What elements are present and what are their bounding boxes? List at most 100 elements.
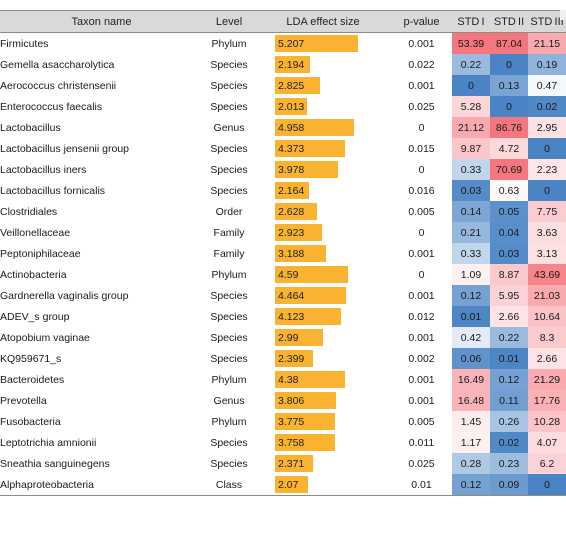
column-header-lda-effect-size[interactable]: LDA effect size (255, 10, 391, 33)
cell-taxon-name: Actinobacteria (0, 268, 67, 281)
table-row[interactable]: ADEV_s group Species 4.123 0.012 0.01 2.66 10.… (0, 306, 566, 327)
column-header-std-2[interactable]: STD II (490, 10, 528, 33)
cell-p-value: 0 (418, 226, 425, 239)
table-row[interactable]: Peptoniphilaceae Family 3.188 0.001 0.33 0.03… (0, 243, 566, 264)
lda-value-label: 4.958 (278, 121, 305, 134)
lda-value-label: 3.775 (278, 415, 305, 428)
cell-lda-effect-size: 2.164 (255, 180, 391, 201)
column-header-level[interactable]: Level (203, 10, 255, 33)
cell-std-2: 0.63 (490, 180, 528, 201)
table-body: Firmicutes Phylum 5.207 0.001 53.39 87.04 21.1… (0, 32, 566, 496)
table-row[interactable]: Actinobacteria Phylum 4.59 0 1.09 8.87 43.69 (0, 264, 566, 285)
cell-taxon-name: Prevotella (0, 394, 47, 407)
cell-std-1: 0.03 (452, 180, 490, 201)
cell-std-1: 16.48 (452, 390, 490, 411)
cell-std-3: 10.28 (528, 411, 566, 432)
cell-std-2: 5.95 (490, 285, 528, 306)
column-header-taxon-name[interactable]: Taxon name (0, 10, 203, 33)
cell-level: Phylum (211, 37, 247, 50)
lda-value-label: 5.207 (278, 37, 305, 50)
cell-taxon-name: Bacteroidetes (0, 373, 65, 386)
cell-std-1: 21.12 (452, 117, 490, 138)
lda-value-label: 2.923 (278, 226, 305, 239)
cell-taxon-name: Atopobium vaginae (0, 331, 90, 344)
cell-std-2: 0 (490, 54, 528, 75)
table-row[interactable]: Lactobacillus jensenii group Species 4.373… (0, 138, 566, 159)
cell-level: Species (210, 436, 248, 449)
table-row[interactable]: Gardnerella vaginalis group Species 4.464 0… (0, 285, 566, 306)
table-row[interactable]: Enterococcus faecalis Species 2.013 0.025 5.… (0, 96, 566, 117)
cell-std-2: 0.12 (490, 369, 528, 390)
cell-level: Family (213, 226, 245, 239)
table-row[interactable]: Firmicutes Phylum 5.207 0.001 53.39 87.04 21.1… (0, 32, 566, 55)
cell-p-value: 0.016 (408, 184, 435, 197)
cell-taxon-name: Aerococcus christensenii (0, 79, 117, 92)
lda-value-label: 3.978 (278, 163, 305, 176)
cell-p-value: 0.015 (408, 142, 435, 155)
table-row[interactable]: Fusobacteria Phylum 3.775 0.005 1.45 0.26 10.2… (0, 411, 566, 432)
cell-std-2: 0.03 (490, 243, 528, 264)
table-row[interactable]: KQ959671_s Species 2.399 0.002 0.06 0.01 2.66 (0, 348, 566, 369)
table-row[interactable]: Lactobacillus iners Species 3.978 0 0.33 70.6… (0, 159, 566, 180)
cell-p-value: 0.022 (408, 58, 435, 71)
cell-lda-effect-size: 2.013 (255, 96, 391, 117)
cell-std-3: 0.19 (528, 54, 566, 75)
cell-p-value: 0 (418, 268, 425, 281)
table-row[interactable]: Lactobacillus fornicalis Species 2.164 0.01… (0, 180, 566, 201)
lda-value-label: 2.371 (278, 457, 305, 470)
cell-p-value: 0.025 (408, 457, 435, 470)
cell-lda-effect-size: 4.464 (255, 285, 391, 306)
cell-std-2: 0.04 (490, 222, 528, 243)
table-row[interactable]: Alphaproteobacteria Class 2.07 0.01 0.12 0.09… (0, 474, 566, 496)
cell-std-3: 8.3 (528, 327, 566, 348)
cell-p-value: 0.011 (408, 436, 435, 449)
table-row[interactable]: Veillonellaceae Family 2.923 0 0.21 0.04 3.63 (0, 222, 566, 243)
cell-std-2: 0 (490, 96, 528, 117)
cell-taxon-name: Sneathia sanguinegens (0, 457, 110, 470)
lda-value-label: 3.188 (278, 247, 305, 260)
scrollbar-nub[interactable] (560, 10, 566, 20)
cell-taxon-name: Lactobacillus jensenii group (0, 142, 129, 155)
cell-taxon-name: Lactobacillus (0, 121, 61, 134)
cell-std-2: 2.66 (490, 306, 528, 327)
table-row[interactable]: Lactobacillus Genus 4.958 0 21.12 86.76 2.95 (0, 117, 566, 138)
cell-lda-effect-size: 2.923 (255, 222, 391, 243)
table-row[interactable]: Bacteroidetes Phylum 4.38 0.001 16.49 0.12 21.… (0, 369, 566, 390)
column-header-p-value[interactable]: p-value (391, 10, 452, 33)
table-row[interactable]: Clostridiales Order 2.628 0.005 0.14 0.05 7.75 (0, 201, 566, 222)
table-row[interactable]: Sneathia sanguinegens Species 2.371 0.025 0.… (0, 453, 566, 474)
table-row[interactable]: Gemella asaccharolytica Species 2.194 0.022… (0, 54, 566, 75)
cell-std-1: 9.87 (452, 138, 490, 159)
cell-p-value: 0.005 (408, 415, 435, 428)
cell-std-1: 0.22 (452, 54, 490, 75)
lda-value-label: 2.628 (278, 205, 305, 218)
cell-std-1: 0.12 (452, 474, 490, 496)
cell-std-3: 21.29 (528, 369, 566, 390)
cell-lda-effect-size: 5.207 (255, 33, 391, 55)
cell-taxon-name: Clostridiales (0, 205, 58, 218)
cell-lda-effect-size: 4.123 (255, 306, 391, 327)
lda-value-label: 4.59 (278, 268, 299, 281)
cell-std-2: 0.01 (490, 348, 528, 369)
cell-std-3: 0 (528, 180, 566, 201)
table-row[interactable]: Prevotella Genus 3.806 0.001 16.48 0.11 17.76 (0, 390, 566, 411)
cell-std-2: 0.02 (490, 432, 528, 453)
cell-taxon-name: Alphaproteobacteria (0, 474, 203, 496)
cell-level: Species (210, 100, 248, 113)
table-row[interactable]: Aerococcus christensenii Species 2.825 0.00… (0, 75, 566, 96)
cell-taxon-name: Fusobacteria (0, 415, 61, 428)
lda-value-label: 3.758 (278, 436, 305, 449)
cell-taxon-name: Enterococcus faecalis (0, 100, 103, 113)
cell-std-3: 0 (528, 474, 566, 496)
cell-lda-effect-size: 4.38 (255, 369, 391, 390)
cell-std-2: 0.26 (490, 411, 528, 432)
cell-p-value: 0.002 (408, 352, 435, 365)
cell-lda-effect-size: 2.825 (255, 75, 391, 96)
cell-std-3: 0.47 (528, 75, 566, 96)
cell-std-1: 0.33 (452, 159, 490, 180)
table-row[interactable]: Atopobium vaginae Species 2.99 0.001 0.42 0.2… (0, 327, 566, 348)
column-header-std-1[interactable]: STD I (452, 10, 490, 33)
lda-value-label: 2.164 (278, 184, 305, 197)
table-row[interactable]: Leptotrichia amnionii Species 3.758 0.011 1.… (0, 432, 566, 453)
cell-p-value: 0.025 (408, 100, 435, 113)
